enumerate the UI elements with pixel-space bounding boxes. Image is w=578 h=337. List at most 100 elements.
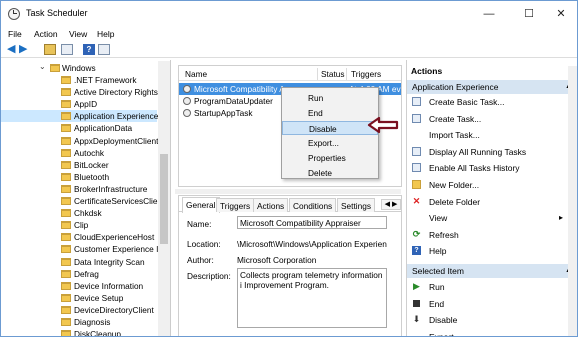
column-triggers[interactable]: Triggers: [351, 69, 381, 79]
history-icon: [412, 163, 421, 173]
action-import-task[interactable]: Import Task...: [407, 127, 573, 143]
context-menu-item-delete[interactable]: Delete: [282, 166, 378, 180]
selected-action-end[interactable]: End: [407, 296, 573, 312]
up-folder-icon[interactable]: [44, 44, 56, 55]
action-label: Delete Folder: [429, 196, 481, 207]
action-help[interactable]: ? Help: [407, 243, 573, 259]
help-icon[interactable]: ?: [83, 44, 95, 55]
tree-item[interactable]: DeviceDirectoryClient: [1, 304, 157, 316]
action-create-task[interactable]: Create Task...: [407, 111, 573, 127]
folder-icon: [50, 64, 60, 72]
tab-general[interactable]: General: [182, 197, 220, 213]
folder-tree: ⌄ Windows .NET Framework Active Directory…: [1, 60, 171, 336]
tree-item[interactable]: .NET Framework: [1, 74, 157, 86]
tree-item[interactable]: Bluetooth: [1, 171, 157, 183]
tree-item[interactable]: AppID: [1, 98, 157, 110]
tree-item[interactable]: AppxDeploymentClient: [1, 135, 158, 147]
pane-splitter[interactable]: [175, 189, 401, 194]
action-delete-folder[interactable]: ✕ Delete Folder: [407, 194, 573, 210]
selected-item-header[interactable]: Selected Item ▲: [407, 264, 573, 278]
tree-item[interactable]: BrokerInfrastructure: [1, 183, 157, 195]
scrollbar-thumb[interactable]: [160, 154, 168, 244]
column-separator[interactable]: [317, 68, 318, 80]
context-menu-item-end[interactable]: End: [282, 106, 378, 120]
actions-scrollbar[interactable]: [568, 66, 577, 336]
menu-action[interactable]: Action: [34, 29, 58, 39]
context-menu-item-properties[interactable]: Properties: [282, 151, 378, 165]
column-separator[interactable]: [346, 68, 347, 80]
expand-caret-icon[interactable]: ⌄: [39, 62, 46, 71]
minimize-button[interactable]: —: [469, 1, 509, 27]
tree-item[interactable]: Application Experience: [1, 110, 158, 123]
tree-root-windows[interactable]: ⌄ Windows: [1, 62, 157, 74]
tree-label: ApplicationData: [74, 123, 133, 134]
action-refresh[interactable]: ⟳ Refresh: [407, 227, 573, 243]
title-bar: Task Scheduler — ☐ ✕: [1, 1, 577, 27]
action-label: Help: [429, 246, 447, 257]
action-label: Create Task...: [429, 113, 482, 124]
action-label: View: [429, 213, 448, 224]
menu-item-label: Disable: [309, 124, 337, 134]
tree-item[interactable]: DiskCleanup: [1, 328, 157, 336]
tree-label: Windows: [62, 63, 96, 73]
action-create-basic-task[interactable]: Create Basic Task...: [407, 94, 573, 110]
tree-item[interactable]: Data Integrity Scan: [1, 256, 157, 268]
tree-item[interactable]: Device Information: [1, 280, 157, 292]
view-icon: [412, 213, 421, 222]
tree-scrollbar[interactable]: [158, 61, 170, 336]
action-enable-all-tasks-history[interactable]: Enable All Tasks History: [407, 160, 573, 176]
tree-item[interactable]: Device Setup: [1, 292, 157, 304]
folder-icon: [61, 88, 71, 97]
tree-item[interactable]: Customer Experience In: [1, 243, 163, 255]
tree-label: Customer Experience In: [74, 244, 164, 255]
tree-item[interactable]: Active Directory Rights: [1, 86, 158, 98]
menu-file[interactable]: File: [8, 29, 22, 39]
menu-view[interactable]: View: [69, 29, 87, 39]
context-menu-item-disable[interactable]: Disable: [282, 121, 378, 135]
tree-item[interactable]: BitLocker: [1, 159, 157, 171]
column-name[interactable]: Name: [185, 69, 207, 79]
import-icon: [412, 130, 421, 139]
actions-title: Actions: [411, 66, 443, 76]
author-label: Author:: [187, 255, 214, 265]
action-view[interactable]: View ▸: [407, 210, 573, 226]
tree-item[interactable]: CloudExperienceHost: [1, 231, 157, 243]
tab-settings[interactable]: Settings: [337, 198, 375, 212]
tab-actions[interactable]: Actions: [253, 198, 289, 212]
close-button[interactable]: ✕: [541, 1, 577, 27]
menu-item-label: Delete: [308, 168, 332, 178]
forward-arrow-icon[interactable]: ▶: [19, 44, 31, 55]
column-status[interactable]: Status: [321, 69, 345, 79]
show-tree-icon[interactable]: [61, 44, 73, 55]
tree-label: Bluetooth: [74, 171, 110, 182]
tab-scroll-arrows[interactable]: ◀ ▶: [381, 199, 401, 210]
tree-item[interactable]: Defrag: [1, 268, 157, 280]
tab-triggers[interactable]: Triggers: [216, 198, 255, 212]
tree-item[interactable]: Diagnosis: [1, 316, 157, 328]
selected-action-run[interactable]: ▶ Run: [407, 279, 573, 295]
tree-item[interactable]: ApplicationData: [1, 122, 157, 134]
context-menu-item-run[interactable]: Run: [282, 91, 378, 105]
menu-item-label: End: [308, 108, 323, 118]
location-label: Location:: [187, 239, 221, 249]
tab-conditions[interactable]: Conditions: [289, 198, 337, 212]
tree-item[interactable]: Chkdsk: [1, 207, 157, 219]
action-display-all-running-tasks[interactable]: Display All Running Tasks: [407, 144, 573, 160]
tree-item[interactable]: Autochk: [1, 147, 157, 159]
description-field[interactable]: Collects program telemetry information i…: [237, 268, 387, 328]
submenu-arrow-icon: ▸: [559, 213, 564, 223]
tree-item[interactable]: Clip: [1, 219, 157, 231]
action-new-folder[interactable]: New Folder...: [407, 177, 573, 193]
action-pane-icon[interactable]: [98, 44, 110, 55]
actions-section-header[interactable]: Application Experience ▲: [407, 80, 573, 94]
selected-action-disable[interactable]: ⬇ Disable: [407, 312, 573, 328]
selected-action-export[interactable]: Export...: [407, 329, 573, 336]
author-value: Microsoft Corporation: [237, 255, 317, 265]
menu-help[interactable]: Help: [97, 29, 114, 39]
action-label: Refresh: [429, 229, 459, 240]
tree-item[interactable]: CertificateServicesClien: [1, 195, 162, 207]
context-menu-item-export[interactable]: Export...: [282, 136, 378, 150]
back-arrow-icon[interactable]: ◀: [7, 44, 19, 55]
window-title: Task Scheduler: [26, 8, 88, 18]
name-field[interactable]: Microsoft Compatibility Appraiser: [237, 216, 387, 229]
